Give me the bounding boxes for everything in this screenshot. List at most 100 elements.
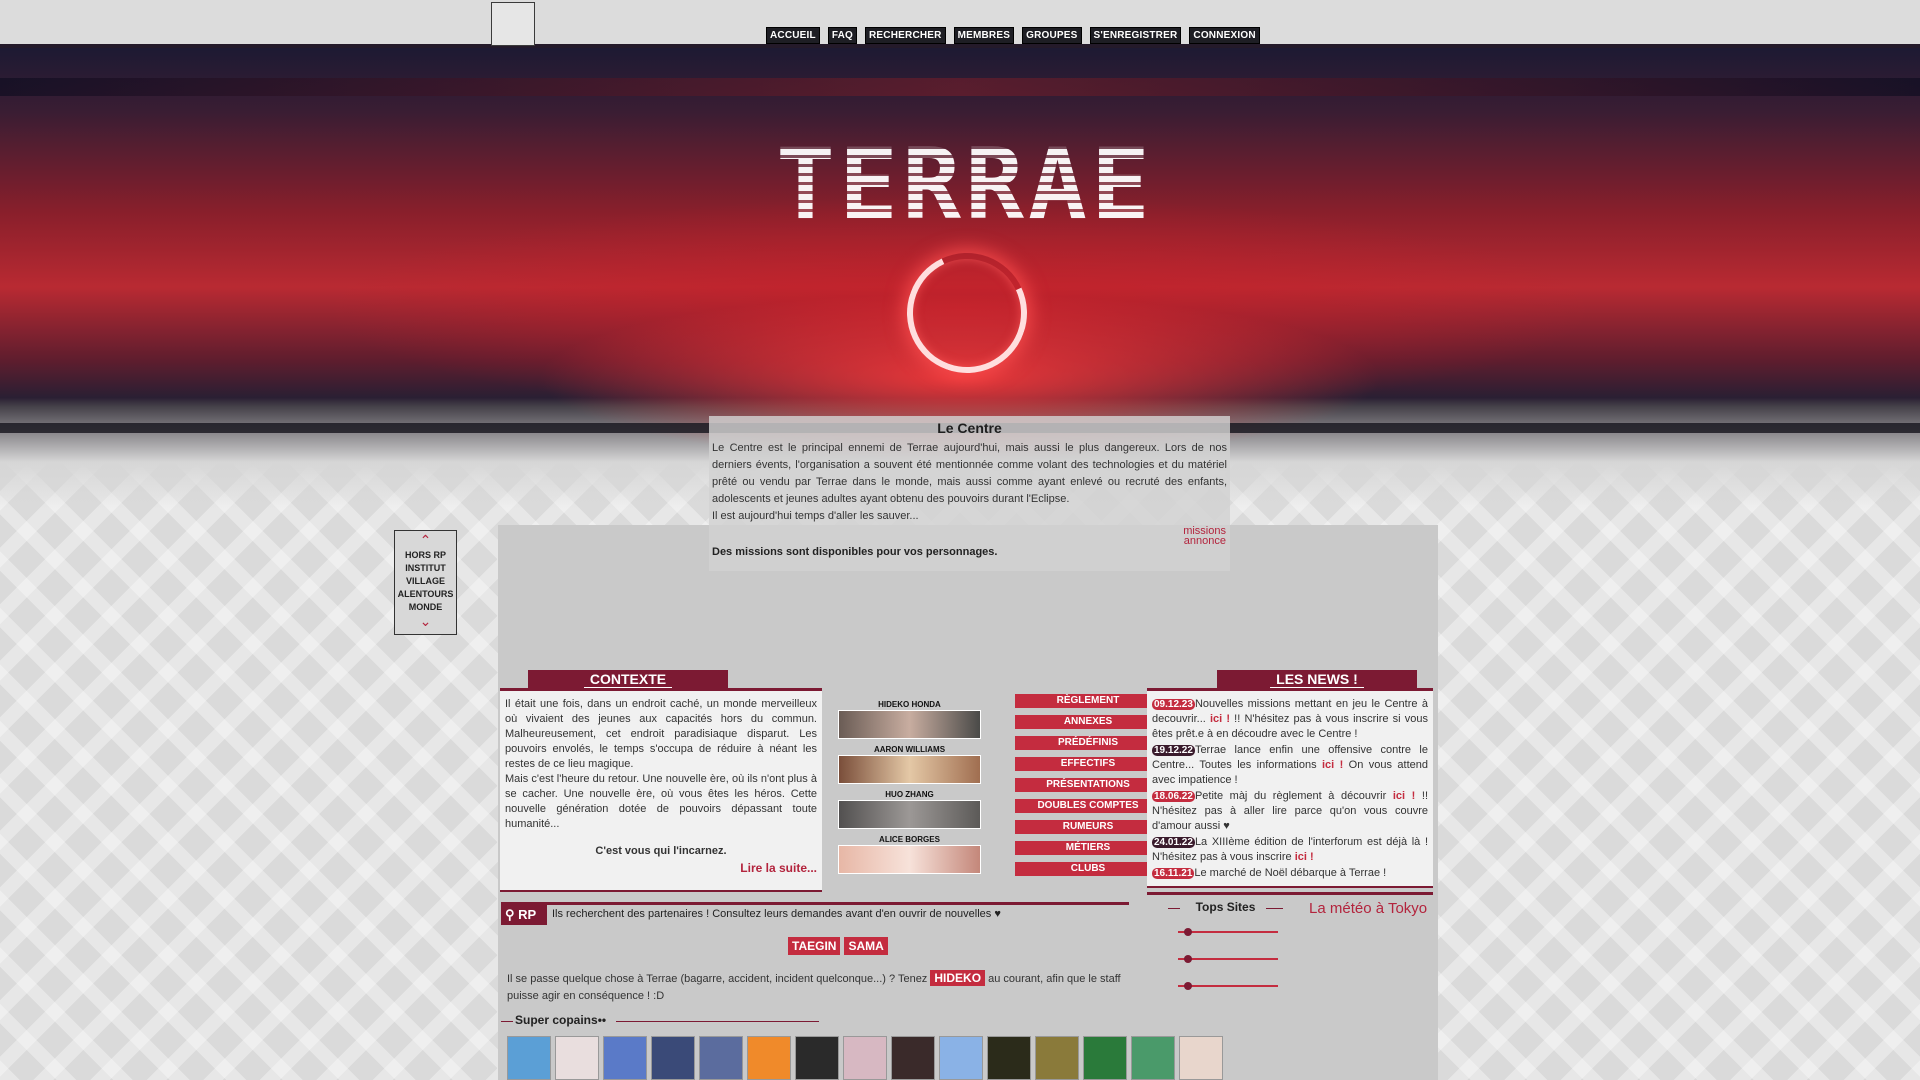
contexte-question: C'est vous qui l'incarnez. xyxy=(595,845,727,857)
sun-ring-icon xyxy=(890,236,1044,390)
centre-links: missions annonce xyxy=(1183,526,1226,547)
partner-button[interactable] xyxy=(891,1036,935,1080)
partner-button[interactable] xyxy=(987,1036,1031,1080)
rp-bar: ⚲ RP Ils recherchent des partenaires ! C… xyxy=(501,902,1129,925)
contexte-paragraph-1: Il était une fois, dans un endroit caché… xyxy=(505,698,817,770)
nav-accueil[interactable]: ACCUEIL xyxy=(766,27,820,44)
menu-effectifs[interactable]: EFFECTIFS xyxy=(1015,757,1161,771)
news-item: 09.12.23 Nouvelles missions mettant en je… xyxy=(1152,698,1429,740)
menu-annexes[interactable]: ANNEXES xyxy=(1015,715,1161,729)
nav-groupes[interactable]: GROUPES xyxy=(1022,27,1082,44)
menu-doubles-comptes[interactable]: DOUBLES COMPTES xyxy=(1015,799,1161,813)
nav-register[interactable]: S'ENREGISTRER xyxy=(1089,27,1182,44)
news-link[interactable]: ici ! xyxy=(1210,713,1230,725)
vote-slider[interactable] xyxy=(1178,928,1278,936)
user-tag-hideko[interactable]: HIDEKO xyxy=(930,970,986,986)
centre-heading: Le Centre xyxy=(937,420,1002,436)
rp-label[interactable]: ⚲ RP xyxy=(501,905,547,925)
news-title: LES NEWS ! xyxy=(1217,670,1417,688)
site-title: TERRAE xyxy=(750,136,1180,234)
nav-faq[interactable]: FAQ xyxy=(827,27,858,44)
character-name: HUO ZHANG xyxy=(885,790,934,799)
chevron-up-icon[interactable]: ⌃ xyxy=(395,533,456,547)
news-date: 18.06.22 xyxy=(1152,791,1195,802)
partner-button[interactable] xyxy=(1179,1036,1223,1080)
partner-button[interactable] xyxy=(651,1036,695,1080)
menu-rumeurs[interactable]: RUMEURS xyxy=(1015,820,1161,834)
logo-placeholder[interactable] xyxy=(491,2,535,46)
user-tag-sama[interactable]: SAMA xyxy=(844,937,888,955)
vote-slider[interactable] xyxy=(1178,982,1278,990)
weather-link[interactable]: La météo à Tokyo xyxy=(1309,900,1427,917)
partner-button[interactable] xyxy=(795,1036,839,1080)
menu-predefinis[interactable]: PRÉDÉFINIS xyxy=(1015,736,1161,750)
side-nav-alentours[interactable]: ALENTOURS xyxy=(395,588,456,601)
nav-membres[interactable]: MEMBRES xyxy=(953,27,1015,44)
contexte-title: CONTEXTE xyxy=(528,670,728,688)
right-separator xyxy=(1147,892,1433,895)
character-name: ALICE BORGES xyxy=(879,835,940,844)
super-copains-title: Super copains•• xyxy=(501,1013,819,1029)
nav-login[interactable]: CONNEXION xyxy=(1189,27,1260,44)
annonce-link[interactable]: annonce xyxy=(1183,536,1226,547)
vote-slider[interactable] xyxy=(1178,955,1278,963)
news-date: 19.12.22 xyxy=(1152,745,1195,756)
read-more-link[interactable]: Lire la suite... xyxy=(505,861,817,875)
character-card[interactable]: AARON WILLIAMS xyxy=(838,745,981,784)
missions-note: Des missions sont disponibles pour vos p… xyxy=(712,546,998,558)
character-card[interactable]: HUO ZHANG xyxy=(838,790,981,829)
side-nav: ⌃ HORS RP INSTITUT VILLAGE ALENTOURS MON… xyxy=(394,530,457,635)
partner-button[interactable] xyxy=(603,1036,647,1080)
news-link[interactable]: ici ! xyxy=(1322,759,1343,771)
incident-text: Il se passe quelque chose à Terrae (baga… xyxy=(507,970,1121,1002)
tops-sites: Tops Sites xyxy=(1168,898,1283,998)
search-icon: ⚲ xyxy=(505,907,515,922)
news-item: 16.11.21 Le marché de Noël débarque à Ter… xyxy=(1152,867,1387,879)
partner-tags: TAEGIN SAMA xyxy=(788,937,888,955)
centre-body: Le Centre est le principal ennemi de Ter… xyxy=(712,442,1227,522)
partner-button[interactable] xyxy=(1035,1036,1079,1080)
menu-metiers[interactable]: MÉTIERS xyxy=(1015,841,1161,855)
side-nav-hors-rp[interactable]: HORS RP xyxy=(395,549,456,562)
character-name: AARON WILLIAMS xyxy=(873,745,946,754)
character-avatar xyxy=(838,755,981,784)
partner-button[interactable] xyxy=(939,1036,983,1080)
rp-text: Ils recherchent des partenaires ! Consul… xyxy=(552,908,1001,920)
character-card[interactable]: ALICE BORGES xyxy=(838,835,981,874)
menu-presentations[interactable]: PRÉSENTATIONS xyxy=(1015,778,1161,792)
top-navigation: ACCUEIL FAQ RECHERCHER MEMBRES GROUPES S… xyxy=(766,27,1260,44)
menu-reglement[interactable]: RÈGLEMENT xyxy=(1015,694,1161,708)
news-item: 18.06.22 Petite màj du règlement à découv… xyxy=(1152,790,1428,832)
divider xyxy=(1266,908,1283,909)
news-box: 09.12.23 Nouvelles missions mettant en je… xyxy=(1147,688,1433,888)
partner-button[interactable] xyxy=(1083,1036,1127,1080)
news-date: 24.01.22 xyxy=(1152,837,1195,848)
forum-menu: RÈGLEMENT ANNEXES PRÉDÉFINIS EFFECTIFS P… xyxy=(1015,694,1161,883)
partner-button[interactable] xyxy=(699,1036,743,1080)
tops-sites-title: Tops Sites xyxy=(1195,900,1256,914)
user-tag-taegin[interactable]: TAEGIN xyxy=(788,937,841,955)
partner-button[interactable] xyxy=(1131,1036,1175,1080)
character-avatar xyxy=(838,800,981,829)
news-link[interactable]: ici ! xyxy=(1393,790,1415,802)
partner-button[interactable] xyxy=(507,1036,551,1080)
nav-rechercher[interactable]: RECHERCHER xyxy=(865,27,946,44)
news-item: 24.01.22 La XIIIème édition de l'interfor… xyxy=(1152,836,1428,863)
partner-button[interactable] xyxy=(555,1036,599,1080)
chevron-down-icon[interactable]: ⌄ xyxy=(395,614,456,628)
partner-button[interactable] xyxy=(747,1036,791,1080)
character-card[interactable]: HIDEKO HONDA xyxy=(838,700,981,739)
news-date: 09.12.23 xyxy=(1152,699,1195,710)
sky-streak xyxy=(0,78,1920,96)
featured-characters: HIDEKO HONDA AARON WILLIAMS HUO ZHANG AL… xyxy=(838,700,981,880)
partner-buttons xyxy=(507,1036,1223,1080)
contexte-paragraph-2: Mais c'est l'heure du retour. Une nouvel… xyxy=(505,773,817,830)
news-link[interactable]: ici ! xyxy=(1295,851,1314,863)
character-avatar xyxy=(838,845,981,874)
side-nav-village[interactable]: VILLAGE xyxy=(395,575,456,588)
news-date: 16.11.21 xyxy=(1152,868,1195,879)
menu-clubs[interactable]: CLUBS xyxy=(1015,862,1161,876)
news-item: 19.12.22 Terrae lance enfin une offensive… xyxy=(1152,744,1428,786)
partner-button[interactable] xyxy=(843,1036,887,1080)
side-nav-institut[interactable]: INSTITUT xyxy=(395,562,456,575)
